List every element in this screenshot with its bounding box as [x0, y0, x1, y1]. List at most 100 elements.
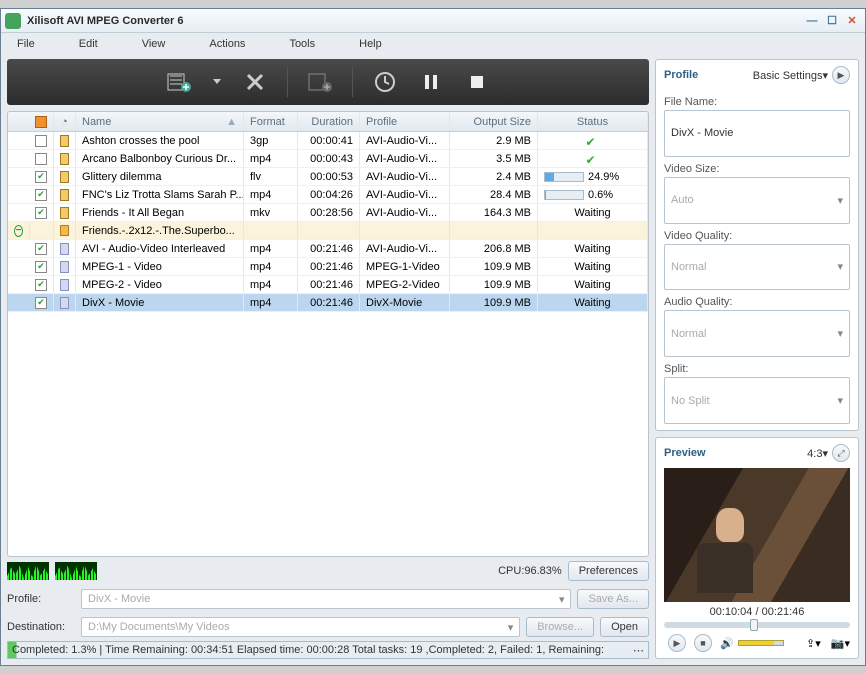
- table-row[interactable]: − Friends.-.2x12.-.The.Superbo...: [8, 222, 648, 240]
- add-profile-button[interactable]: [306, 68, 334, 96]
- col-profile-header[interactable]: Profile: [360, 112, 450, 131]
- row-checkbox[interactable]: [35, 243, 47, 255]
- menu-actions[interactable]: Actions: [209, 38, 245, 50]
- cpu-graph-icon: [7, 562, 49, 580]
- snapshot-icon[interactable]: 📷▾: [831, 637, 850, 650]
- preview-panel: Preview 4:3▾ ⤢ 00:10:04 / 00:21:46 ▶ ■ 🔊…: [655, 437, 859, 659]
- menu-help[interactable]: Help: [359, 38, 382, 50]
- row-checkbox[interactable]: [35, 189, 47, 201]
- profile-panel: Profile Basic Settings▾ ▶ File Name: Div…: [655, 59, 859, 431]
- split-combo[interactable]: No Split▾: [664, 377, 850, 424]
- preview-play-button[interactable]: ▶: [668, 634, 686, 652]
- file-icon: [60, 171, 69, 183]
- row-checkbox[interactable]: [35, 171, 47, 183]
- video-size-combo[interactable]: Auto▾: [664, 177, 850, 224]
- col-status-header[interactable]: Status: [538, 112, 648, 131]
- row-name: FNC's Liz Trotta Slams Sarah P...: [76, 186, 244, 203]
- destination-label: Destination:: [7, 621, 75, 633]
- col-name-header[interactable]: Name▲: [76, 112, 244, 131]
- preview-seek-slider[interactable]: [664, 622, 850, 628]
- col-duration-header[interactable]: Duration: [298, 112, 360, 131]
- table-row[interactable]: MPEG-1 - Videomp400:21:46MPEG-1-Video109…: [8, 258, 648, 276]
- row-name: Friends - It All Began: [76, 204, 244, 221]
- folder-icon: [60, 225, 69, 236]
- table-row[interactable]: FNC's Liz Trotta Slams Sarah P...mp400:0…: [8, 186, 648, 204]
- table-row[interactable]: AVI - Audio-Video Interleavedmp400:21:46…: [8, 240, 648, 258]
- save-as-button[interactable]: Save As...: [577, 589, 649, 609]
- preview-title: Preview: [664, 447, 706, 459]
- menubar: File Edit View Actions Tools Help: [1, 33, 865, 55]
- close-button[interactable]: ✕: [843, 13, 861, 29]
- video-quality-combo[interactable]: Normal▾: [664, 244, 850, 291]
- table-row[interactable]: Glittery dilemmaflv00:00:53AVI-Audio-Vi.…: [8, 168, 648, 186]
- table-row[interactable]: Ashton crosses the pool3gp00:00:41AVI-Au…: [8, 132, 648, 150]
- profile-icon: [60, 243, 69, 255]
- cpu-label: CPU:96.83%: [498, 565, 562, 577]
- table-row[interactable]: DivX - Moviemp400:21:46DivX-Movie109.9 M…: [8, 294, 648, 312]
- row-checkbox[interactable]: [35, 207, 47, 219]
- volume-slider[interactable]: [738, 640, 784, 646]
- convert-button[interactable]: [371, 68, 399, 96]
- audio-quality-label: Audio Quality:: [664, 296, 850, 308]
- share-icon[interactable]: ⇪▾: [806, 637, 821, 650]
- stop-button[interactable]: [463, 68, 491, 96]
- menu-edit[interactable]: Edit: [79, 38, 98, 50]
- profile-mode-selector[interactable]: Basic Settings▾: [753, 69, 828, 82]
- row-checkbox[interactable]: [35, 135, 47, 147]
- table-row[interactable]: MPEG-2 - Videomp400:21:46MPEG-2-Video109…: [8, 276, 648, 294]
- pause-button[interactable]: [417, 68, 445, 96]
- file-icon: [60, 135, 69, 147]
- table-row[interactable]: Arcano Balbonboy Curious Dr...mp400:00:4…: [8, 150, 648, 168]
- file-icon: [60, 207, 69, 219]
- app-window: Xilisoft AVI MPEG Converter 6 — ☐ ✕ File…: [0, 8, 866, 666]
- audio-quality-combo[interactable]: Normal▾: [664, 310, 850, 357]
- cpu-graph-icon: [55, 562, 97, 580]
- select-all-checkbox[interactable]: [35, 116, 47, 128]
- preview-ratio-selector[interactable]: 4:3▾: [807, 447, 828, 460]
- file-name-input[interactable]: DivX - Movie: [664, 110, 850, 157]
- split-label: Split:: [664, 363, 850, 375]
- video-size-label: Video Size:: [664, 163, 850, 175]
- status-more-icon[interactable]: ⋯: [633, 644, 644, 657]
- row-name: MPEG-1 - Video: [76, 258, 244, 275]
- table-row[interactable]: Friends - It All Beganmkv00:28:56AVI-Aud…: [8, 204, 648, 222]
- add-file-button[interactable]: [165, 68, 193, 96]
- delete-button[interactable]: [241, 68, 269, 96]
- row-name: Friends.-.2x12.-.The.Superbo...: [76, 222, 244, 239]
- check-icon: ✔: [586, 153, 600, 165]
- add-dropdown-icon[interactable]: [211, 68, 223, 96]
- row-name: Glittery dilemma: [76, 168, 244, 185]
- row-checkbox[interactable]: [35, 261, 47, 273]
- preview-expand-button[interactable]: ⤢: [832, 444, 850, 462]
- volume-icon[interactable]: 🔊: [720, 637, 734, 650]
- menu-file[interactable]: File: [17, 38, 35, 50]
- col-icon-header[interactable]: ◔: [54, 112, 76, 131]
- open-button[interactable]: Open: [600, 617, 649, 637]
- preview-video[interactable]: [664, 468, 850, 602]
- preview-stop-button[interactable]: ■: [694, 634, 712, 652]
- preferences-button[interactable]: Preferences: [568, 561, 649, 581]
- video-quality-label: Video Quality:: [664, 230, 850, 242]
- row-checkbox[interactable]: [35, 279, 47, 291]
- menu-view[interactable]: View: [142, 38, 166, 50]
- profile-icon: [60, 279, 69, 291]
- file-name-label: File Name:: [664, 96, 850, 108]
- profile-next-button[interactable]: ▶: [832, 66, 850, 84]
- titlebar: Xilisoft AVI MPEG Converter 6 — ☐ ✕: [1, 9, 865, 33]
- menu-tools[interactable]: Tools: [289, 38, 315, 50]
- collapse-icon[interactable]: −: [14, 225, 23, 237]
- row-name: AVI - Audio-Video Interleaved: [76, 240, 244, 257]
- destination-combo[interactable]: D:\My Documents\My Videos▾: [81, 617, 520, 637]
- app-icon: [5, 13, 21, 29]
- col-output-header[interactable]: Output Size: [450, 112, 538, 131]
- minimize-button[interactable]: —: [803, 13, 821, 29]
- row-name: Arcano Balbonboy Curious Dr...: [76, 150, 244, 167]
- row-checkbox[interactable]: [35, 153, 47, 165]
- row-checkbox[interactable]: [35, 297, 47, 309]
- browse-button[interactable]: Browse...: [526, 617, 594, 637]
- col-format-header[interactable]: Format: [244, 112, 298, 131]
- profile-combo[interactable]: DivX - Movie▾: [81, 589, 571, 609]
- toolbar: [7, 59, 649, 105]
- grid-body: Ashton crosses the pool3gp00:00:41AVI-Au…: [8, 132, 648, 556]
- maximize-button[interactable]: ☐: [823, 13, 841, 29]
